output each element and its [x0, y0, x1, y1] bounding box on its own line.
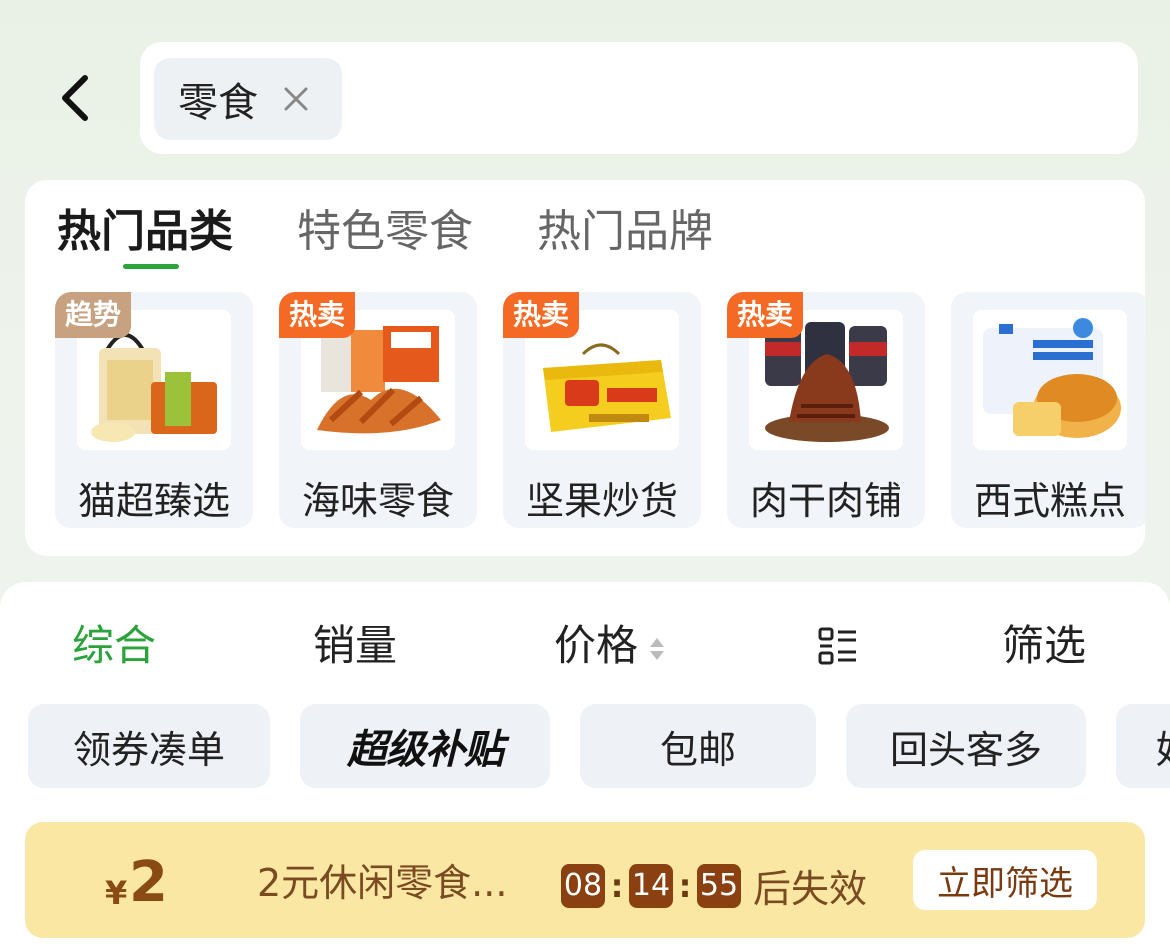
search-keyword: 零食 — [178, 80, 258, 126]
hot-sale-badge: 热卖 — [503, 292, 580, 338]
sort-arrows-icon — [650, 637, 665, 660]
close-icon[interactable] — [280, 83, 312, 115]
tab-special-snacks[interactable]: 特色零食 — [297, 202, 473, 262]
category-card-label: 坚果炒货 — [525, 479, 678, 523]
sort-sales[interactable]: 销量 — [313, 618, 397, 674]
category-card[interactable]: 热卖 海味零食 — [279, 292, 477, 528]
category-card-label: 海味零食 — [301, 479, 454, 523]
sort-price[interactable]: 价格 — [554, 618, 666, 674]
countdown-suffix: 后失效 — [753, 867, 868, 911]
tab-hot-categories[interactable]: 热门品类 — [57, 202, 233, 269]
trend-badge: 趋势 — [55, 292, 132, 338]
list-view-icon — [818, 627, 856, 665]
list-view-toggle[interactable] — [818, 624, 858, 680]
filter-chip-coupon[interactable]: 领券凑单 — [28, 704, 270, 788]
countdown-separator: : — [610, 866, 624, 905]
tab-hot-brands[interactable]: 热门品牌 — [537, 202, 713, 262]
product-image — [973, 310, 1127, 450]
category-panel: 热门品类 特色零食 热门品牌 趋势 猫超臻选 热卖 海味零食 热卖 坚果炒货 热… — [25, 180, 1145, 556]
countdown-separator: : — [678, 866, 692, 905]
filter-chip-super-subsidy[interactable]: 超级补贴 — [300, 704, 550, 788]
chevron-left-icon — [62, 75, 88, 121]
sort-price-label: 价格 — [554, 621, 639, 670]
promo-currency: ¥ — [105, 874, 128, 912]
category-tabs: 热门品类 特色零食 热门品牌 — [57, 202, 713, 269]
hot-sale-badge: 热卖 — [727, 292, 804, 338]
category-card-list: 趋势 猫超臻选 热卖 海味零食 热卖 坚果炒货 热卖 肉干肉铺 西式糕点 — [55, 292, 1145, 532]
countdown-minutes: 14 — [629, 863, 673, 908]
back-button[interactable] — [48, 70, 100, 126]
filter-chip-free-shipping[interactable]: 包邮 — [580, 704, 816, 788]
filter-button[interactable]: 筛选 — [1002, 618, 1086, 674]
category-card-label: 猫超臻选 — [77, 479, 230, 523]
category-card[interactable]: 趋势 猫超臻选 — [55, 292, 253, 528]
promo-description: 2元休闲零食... — [257, 861, 508, 905]
category-card[interactable]: 热卖 肉干肉铺 — [727, 292, 925, 528]
apply-filter-button[interactable]: 立即筛选 — [913, 850, 1097, 910]
category-card[interactable]: 西式糕点 — [951, 292, 1145, 528]
search-keyword-chip[interactable]: 零食 — [154, 58, 342, 140]
hot-sale-badge: 热卖 — [279, 292, 356, 338]
filter-chip-partial[interactable]: 好 — [1116, 704, 1170, 788]
countdown-seconds: 55 — [697, 863, 741, 908]
category-card-label: 肉干肉铺 — [749, 479, 902, 523]
sort-comprehensive[interactable]: 综合 — [72, 618, 156, 674]
promo-amount: 2 — [129, 850, 168, 915]
promo-banner: ¥ 2 2元休闲零食... 08 : 14 : 55 后失效 立即筛选 — [25, 822, 1145, 938]
search-box[interactable]: 零食 — [140, 42, 1138, 154]
category-card-label: 西式糕点 — [973, 479, 1126, 523]
sort-filter-panel: 综合 销量 价格 筛选 领券凑单 超级补贴 包邮 回头客多 好 ¥ 2 2元休闲… — [0, 582, 1170, 947]
countdown-hours: 08 — [561, 863, 605, 908]
countdown-timer: 08 : 14 : 55 后失效 — [561, 858, 867, 913]
filter-chip-repeat-customers[interactable]: 回头客多 — [846, 704, 1086, 788]
category-card[interactable]: 热卖 坚果炒货 — [503, 292, 701, 528]
